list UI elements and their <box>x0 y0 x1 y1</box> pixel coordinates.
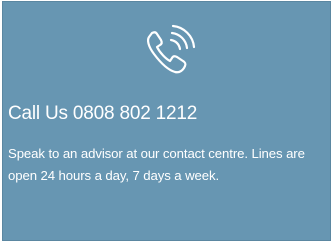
contact-card: Call Us 0808 802 1212 Speak to an adviso… <box>2 1 331 241</box>
contact-description: Speak to an advisor at our contact centr… <box>8 146 305 183</box>
call-us-title: Call Us 0808 802 1212 <box>8 103 198 124</box>
phone-icon <box>140 24 200 78</box>
